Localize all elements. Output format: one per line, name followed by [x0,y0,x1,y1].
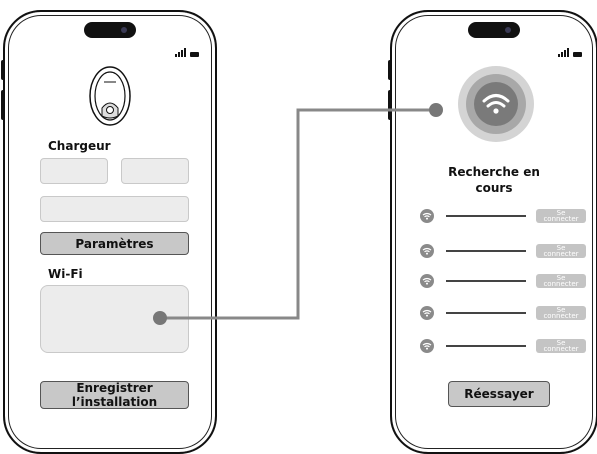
section-wifi-label: Wi-Fi [48,267,83,281]
network-name-placeholder [446,215,526,217]
connect-button[interactable]: Se connecter [536,274,586,288]
network-name-placeholder [446,250,526,252]
save-installation-button[interactable]: Enregistrer l’installation [40,381,189,409]
wifi-icon [420,339,434,353]
retry-button[interactable]: Réessayer [448,381,550,407]
network-row: Se connecter [420,244,590,258]
network-name-placeholder [446,280,526,282]
searching-line2: cours [475,181,513,195]
notch [84,22,136,38]
section-charger-label: Chargeur [48,139,111,153]
wifi-icon [420,274,434,288]
side-button [388,60,392,80]
connect-button[interactable]: Se connecter [536,339,586,353]
phone-right: Recherche en cours Se connecter Se connect… [390,10,597,454]
status-bar [558,48,582,57]
network-row: Se connecter [420,339,590,353]
searching-label: Recherche en cours [392,164,596,196]
side-button [388,90,392,120]
charger-icon [89,66,131,126]
side-button [1,60,5,80]
battery-icon [573,52,582,57]
wifi-icon [420,306,434,320]
phone-left: Chargeur Paramètres Wi-Fi Enregistrer l’… [3,10,217,454]
charger-field-1[interactable] [40,158,108,184]
status-bar [175,48,199,57]
signal-icon [175,48,186,57]
wifi-icon [420,244,434,258]
charger-field-2[interactable] [121,158,189,184]
side-button [1,90,5,120]
network-row: Se connecter [420,306,590,320]
network-name-placeholder [446,312,526,314]
params-button[interactable]: Paramètres [40,232,189,255]
network-name-placeholder [446,345,526,347]
wifi-search-icon [458,66,534,142]
wifi-icon [420,209,434,223]
save-button-line2: l’installation [71,395,158,409]
notch [468,22,520,38]
network-row: Se connecter [420,209,590,223]
wifi-field[interactable] [40,285,189,353]
charger-field-3[interactable] [40,196,189,222]
battery-icon [190,52,199,57]
signal-icon [558,48,569,57]
network-row: Se connecter [420,274,590,288]
searching-line1: Recherche en [448,165,540,179]
connect-button[interactable]: Se connecter [536,244,586,258]
connect-button[interactable]: Se connecter [536,209,586,223]
save-button-line1: Enregistrer [76,381,153,395]
connect-button[interactable]: Se connecter [536,306,586,320]
